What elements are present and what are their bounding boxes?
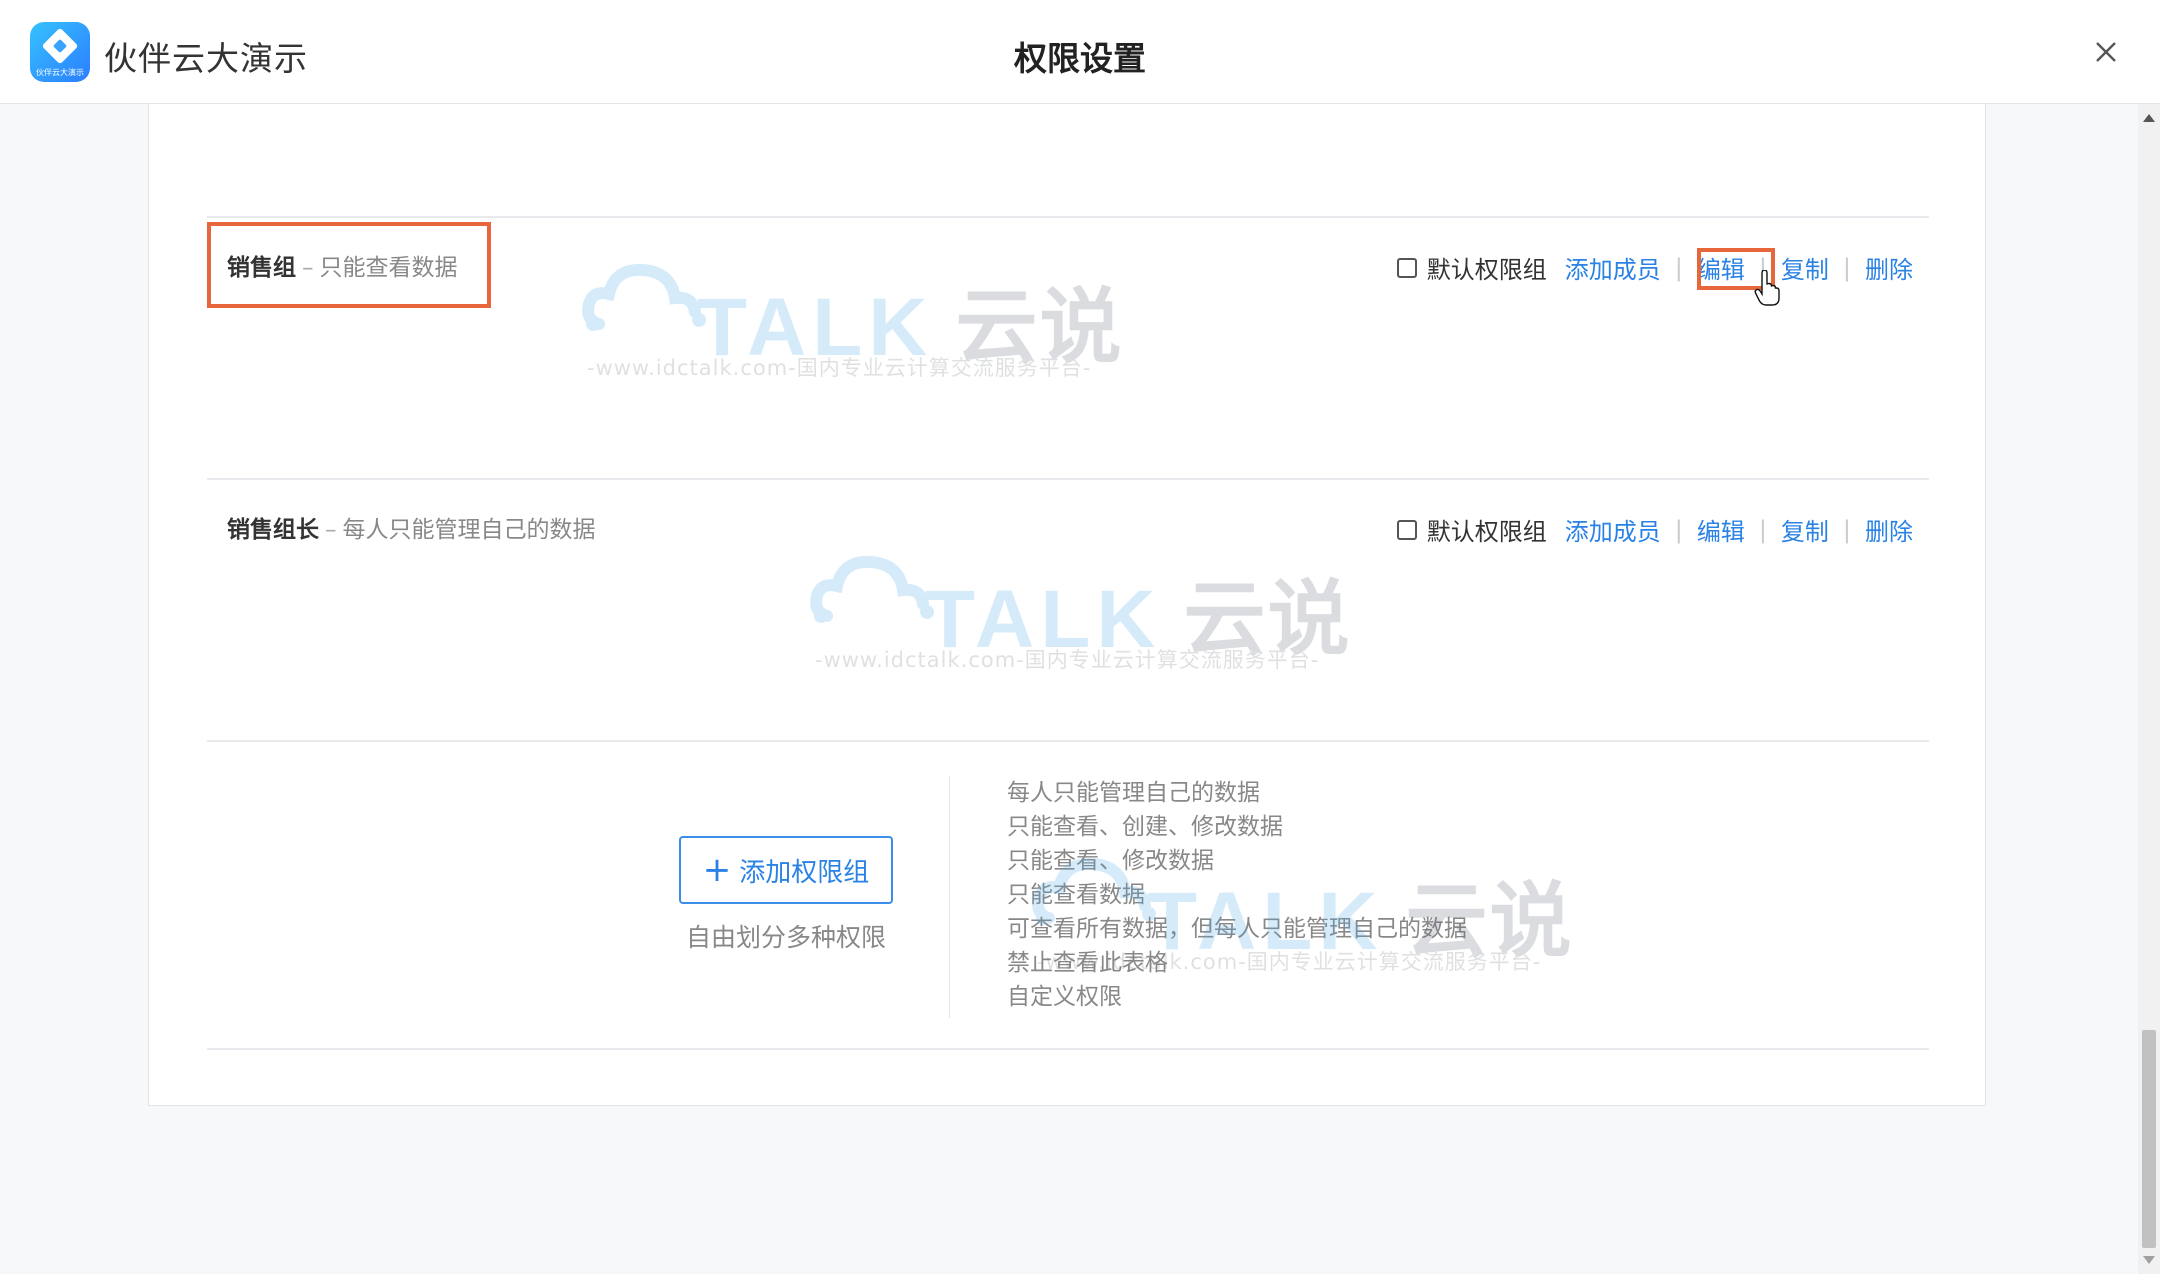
list-item: 只能查看数据 — [1007, 882, 1145, 908]
scroll-down-arrow-icon[interactable] — [2143, 1256, 2155, 1264]
list-item: 自定义权限 — [1007, 984, 1122, 1010]
action-separator: | — [1674, 253, 1683, 282]
group-divider — [207, 216, 1929, 218]
watermark: TALK 云说 -www.idctalk.com-国内专业云计算交流服务平台- — [579, 250, 1122, 380]
watermark-tagline: -www.idctalk.com-国内专业云计算交流服务平台- — [815, 648, 1320, 672]
cloud-logo-icon — [582, 263, 706, 331]
group-separator: – — [325, 517, 337, 543]
add-permission-group-button[interactable]: + 添加权限组 — [679, 836, 893, 904]
group-title-sales-lead: 销售组长 – 每人只能管理自己的数据 — [227, 510, 596, 544]
delete-button[interactable]: 删除 — [1865, 250, 1913, 285]
add-section-subtitle: 自由划分多种权限 — [685, 923, 886, 952]
action-separator: | — [1674, 515, 1683, 544]
group-name: 销售组长 — [227, 517, 319, 543]
close-button[interactable] — [2090, 36, 2122, 68]
action-separator: | — [1758, 515, 1767, 544]
group-divider — [207, 478, 1929, 480]
add-member-button[interactable]: 添加成员 — [1565, 512, 1661, 547]
plus-icon: + — [702, 850, 732, 890]
list-item: 只能查看、创建、修改数据 — [1007, 814, 1283, 840]
watermark-brand: TALK 云说 — [925, 574, 1352, 665]
default-group-checkbox[interactable] — [1396, 257, 1417, 278]
group-description: 每人只能管理自己的数据 — [342, 517, 596, 543]
vertical-scrollbar[interactable] — [2138, 104, 2160, 1274]
page-title: 权限设置 — [1014, 39, 1146, 78]
default-group-label: 默认权限组 — [1426, 518, 1547, 546]
default-group-label: 默认权限组 — [1426, 256, 1547, 284]
close-icon — [2096, 42, 2116, 62]
edit-button[interactable]: 编辑 — [1697, 512, 1745, 547]
top-bar: 伙伴云大演示 伙伴云大演示 权限设置 — [0, 0, 2160, 104]
scroll-up-arrow-icon[interactable] — [2143, 114, 2155, 122]
list-item: 禁止查看此表格 — [1007, 950, 1168, 976]
group-actions-sales: 默认权限组 添加成员 | 编辑 | 复制 | 删除 — [1396, 250, 1913, 285]
group-actions-sales-lead: 默认权限组 添加成员 | 编辑 | 复制 | 删除 — [1396, 512, 1913, 547]
watermark: TALK 云说 -www.idctalk.com-国内专业云计算交流服务平台- — [807, 542, 1350, 672]
cloud-logo-icon — [810, 555, 934, 623]
permission-type-list: 每人只能管理自己的数据 只能查看、创建、修改数据 只能查看、修改数据 只能查看数… — [1007, 776, 1467, 1014]
add-member-button[interactable]: 添加成员 — [1565, 250, 1661, 285]
scrollbar-thumb[interactable] — [2142, 1030, 2156, 1248]
list-item: 每人只能管理自己的数据 — [1007, 780, 1260, 806]
action-separator: | — [1842, 253, 1851, 282]
highlight-group-title — [207, 222, 491, 308]
section-divider — [207, 740, 1929, 742]
section-divider — [207, 1048, 1929, 1050]
delete-button[interactable]: 删除 — [1865, 512, 1913, 547]
copy-button[interactable]: 复制 — [1781, 512, 1829, 547]
permissions-panel: 销售组 – 只能查看数据 默认权限组 添加成员 | 编辑 | 复制 | 删除 TAL… — [148, 104, 1986, 1106]
action-separator: | — [1842, 515, 1851, 544]
copy-button[interactable]: 复制 — [1781, 250, 1829, 285]
list-item: 只能查看、修改数据 — [1007, 848, 1214, 874]
add-button-label: 添加权限组 — [739, 857, 870, 888]
highlight-edit-button — [1697, 248, 1775, 290]
watermark-tagline: -www.idctalk.com-国内专业云计算交流服务平台- — [587, 356, 1092, 380]
list-item: 可查看所有数据，但每人只能管理自己的数据 — [1007, 916, 1467, 942]
vertical-divider — [949, 776, 950, 1018]
default-group-checkbox[interactable] — [1396, 519, 1417, 540]
watermark-brand: TALK 云说 — [697, 282, 1124, 373]
